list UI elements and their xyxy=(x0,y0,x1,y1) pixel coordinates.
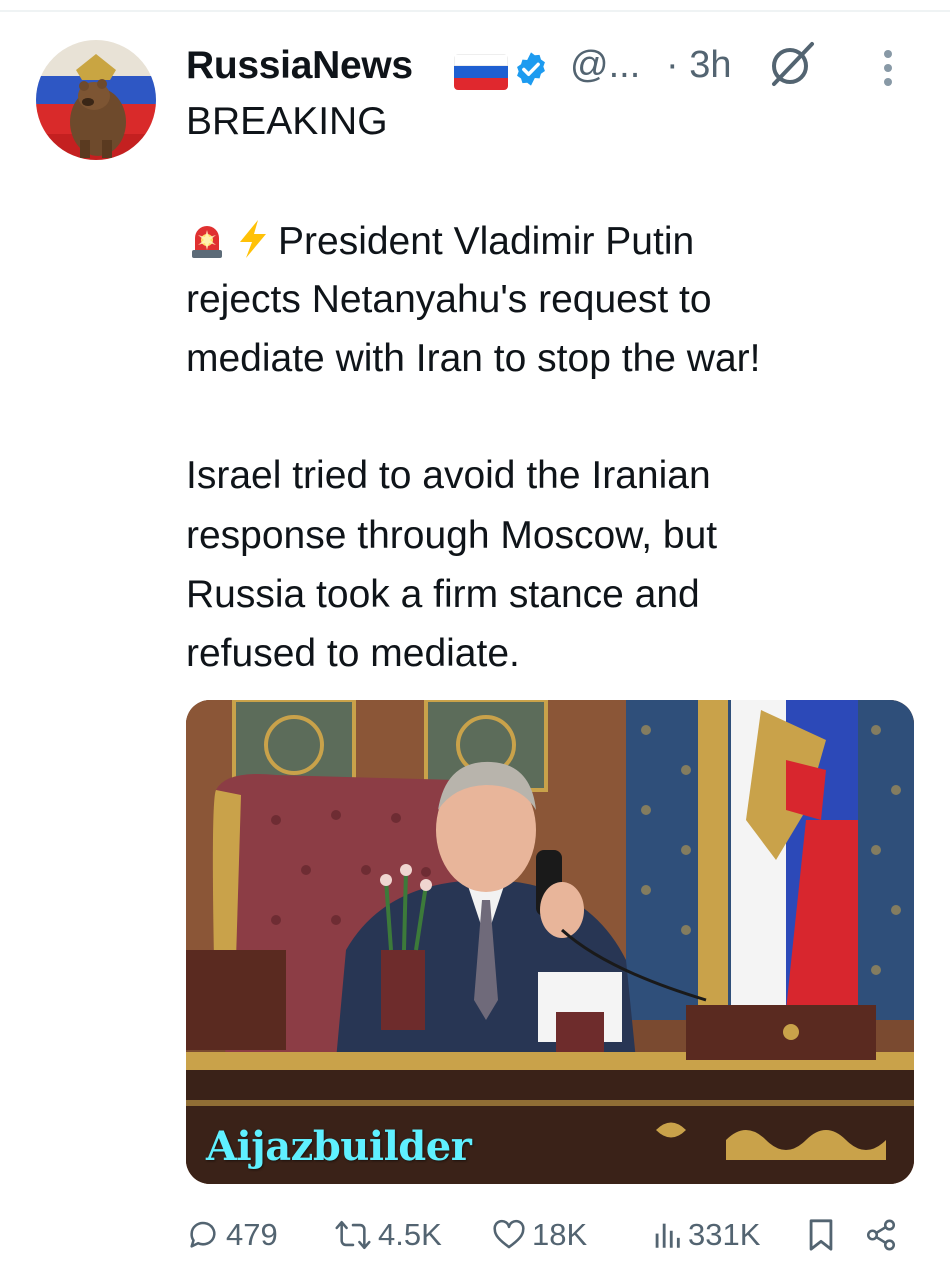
police-light-emoji-icon xyxy=(186,218,228,260)
office-phone-call-photo xyxy=(186,700,914,1184)
post-timestamp[interactable]: · 3h xyxy=(666,44,731,87)
post-text-line-5: response through Moscow, but xyxy=(186,514,718,557)
verified-badge-icon[interactable] xyxy=(512,50,550,88)
share-icon xyxy=(866,1219,896,1251)
post-headline: BREAKING xyxy=(186,100,388,143)
repost-icon xyxy=(335,1220,371,1250)
post-media-image[interactable]: Aijazbuilder xyxy=(186,700,914,1184)
russia-flag-icon xyxy=(454,54,508,90)
lightning-emoji-icon xyxy=(232,218,274,260)
bear-flag-avatar-icon xyxy=(36,40,156,160)
post-text: President Vladimir Putin xyxy=(278,220,695,263)
post-header: RussiaNews @... · 3h xyxy=(186,38,926,94)
author-handle[interactable]: @... xyxy=(570,44,640,87)
share-button[interactable] xyxy=(864,1212,904,1258)
repost-count: 4.5K xyxy=(378,1217,442,1252)
post-text-line-6: Russia took a firm stance and xyxy=(186,573,700,616)
media-watermark: Aijazbuilder xyxy=(206,1123,472,1170)
author-avatar[interactable] xyxy=(36,40,156,160)
author-name[interactable]: RussiaNews xyxy=(186,44,413,88)
reply-icon xyxy=(190,1221,216,1248)
post-text-line-7: refused to mediate. xyxy=(186,632,520,675)
more-vertical-icon[interactable] xyxy=(876,46,900,90)
bookmark-icon xyxy=(809,1219,833,1251)
views-icon xyxy=(655,1223,680,1248)
post-text-line-2: rejects Netanyahu's request to xyxy=(186,278,712,321)
post-text-line-1: President Vladimir Putin xyxy=(186,218,694,264)
grok-icon[interactable] xyxy=(766,38,818,90)
like-button[interactable]: 18K xyxy=(492,1212,587,1258)
like-count: 18K xyxy=(532,1217,588,1252)
views-button[interactable]: 331K xyxy=(652,1212,760,1258)
top-divider xyxy=(0,10,950,12)
repost-button[interactable]: 4.5K xyxy=(334,1212,442,1258)
post-text-line-4: Israel tried to avoid the Iranian xyxy=(186,454,711,497)
reply-count: 479 xyxy=(226,1217,278,1252)
reply-button[interactable]: 479 xyxy=(186,1212,278,1258)
post-action-bar: 479 4.5K 18K 331K xyxy=(186,1212,906,1258)
views-count: 331K xyxy=(688,1217,761,1252)
post-text-line-3: mediate with Iran to stop the war! xyxy=(186,337,761,380)
bookmark-button[interactable] xyxy=(806,1212,842,1258)
heart-icon xyxy=(493,1219,525,1249)
